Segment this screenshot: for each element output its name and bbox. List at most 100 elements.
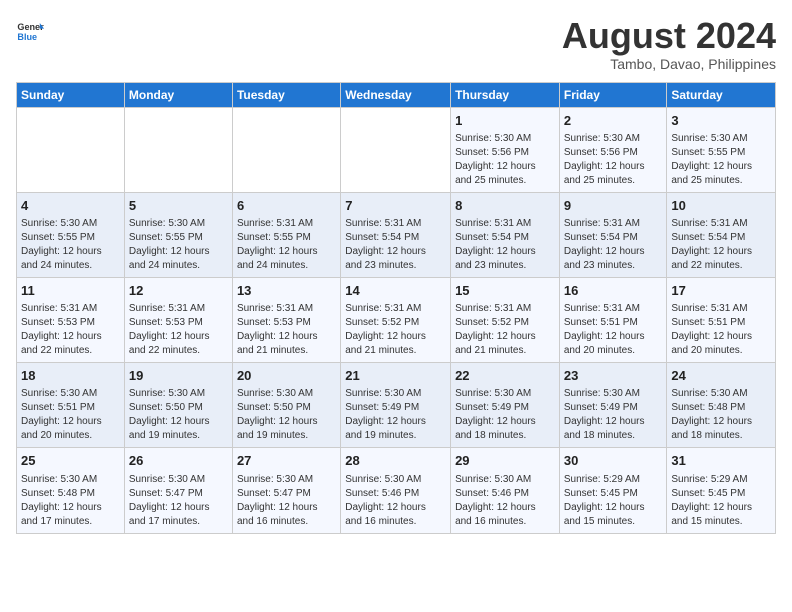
day-number: 28 [345, 452, 446, 470]
day-number: 1 [455, 112, 555, 130]
weekday-header-thursday: Thursday [451, 82, 560, 107]
day-detail: Sunrise: 5:30 AM Sunset: 5:56 PM Dayligh… [455, 132, 555, 188]
day-detail: Sunrise: 5:30 AM Sunset: 5:46 PM Dayligh… [455, 473, 555, 529]
calendar-cell [17, 107, 125, 192]
day-number: 27 [237, 452, 336, 470]
day-number: 20 [237, 367, 336, 385]
calendar-cell: 16 Sunrise: 5:31 AM Sunset: 5:51 PM Dayli… [559, 277, 667, 362]
calendar-cell: 30 Sunrise: 5:29 AM Sunset: 5:45 PM Dayli… [559, 448, 667, 533]
day-detail: Sunrise: 5:31 AM Sunset: 5:53 PM Dayligh… [129, 302, 228, 358]
calendar-cell: 8 Sunrise: 5:31 AM Sunset: 5:54 PM Daylig… [451, 192, 560, 277]
day-number: 19 [129, 367, 228, 385]
day-detail: Sunrise: 5:30 AM Sunset: 5:56 PM Dayligh… [564, 132, 663, 188]
day-number: 22 [455, 367, 555, 385]
calendar-cell [232, 107, 340, 192]
calendar-cell: 21Sunrise: 5:30 AM Sunset: 5:49 PM Dayli… [341, 363, 451, 448]
day-number: 14 [345, 282, 446, 300]
month-year-title: August 2024 [562, 16, 776, 56]
calendar-cell: 27 Sunrise: 5:30 AM Sunset: 5:47 PM Dayli… [232, 448, 340, 533]
weekday-header-wednesday: Wednesday [341, 82, 451, 107]
calendar-cell: 11 Sunrise: 5:31 AM Sunset: 5:53 PM Dayli… [17, 277, 125, 362]
day-number: 17 [671, 282, 771, 300]
day-number: 31 [671, 452, 771, 470]
day-number: 15 [455, 282, 555, 300]
day-detail: Sunrise: 5:30 AM Sunset: 5:47 PM Dayligh… [129, 473, 228, 529]
day-number: 24 [671, 367, 771, 385]
calendar-cell: 22 Sunrise: 5:30 AM Sunset: 5:49 PM Dayli… [451, 363, 560, 448]
calendar-cell: 28 Sunrise: 5:30 AM Sunset: 5:46 PM Dayli… [341, 448, 451, 533]
weekday-header-sunday: Sunday [17, 82, 125, 107]
day-number: 30 [564, 452, 663, 470]
day-number: 8 [455, 197, 555, 215]
day-number: 4 [21, 197, 120, 215]
day-number: 21 [345, 367, 446, 385]
weekday-header-saturday: Saturday [667, 82, 776, 107]
weekday-header-monday: Monday [124, 82, 232, 107]
day-number: 10 [671, 197, 771, 215]
day-number: 3 [671, 112, 771, 130]
day-detail: Sunrise: 5:31 AM Sunset: 5:51 PM Dayligh… [564, 302, 663, 358]
day-detail: Sunrise: 5:30 AM Sunset: 5:51 PM Dayligh… [21, 387, 120, 443]
logo-icon: General Blue [16, 16, 44, 44]
day-detail: Sunrise: 5:30 AM Sunset: 5:46 PM Dayligh… [345, 473, 446, 529]
calendar-cell: 26 Sunrise: 5:30 AM Sunset: 5:47 PM Dayli… [124, 448, 232, 533]
calendar-cell: 15 Sunrise: 5:31 AM Sunset: 5:52 PM Dayli… [451, 277, 560, 362]
calendar-cell: 3 Sunrise: 5:30 AM Sunset: 5:55 PM Daylig… [667, 107, 776, 192]
calendar-cell: 9 Sunrise: 5:31 AM Sunset: 5:54 PM Daylig… [559, 192, 667, 277]
week-row-3: 11 Sunrise: 5:31 AM Sunset: 5:53 PM Dayli… [17, 277, 776, 362]
day-number: 23 [564, 367, 663, 385]
day-detail: Sunrise: 5:31 AM Sunset: 5:52 PM Dayligh… [345, 302, 446, 358]
svg-text:Blue: Blue [17, 32, 37, 42]
day-detail: Sunrise: 5:30 AM Sunset: 5:49 PM Dayligh… [564, 387, 663, 443]
day-detail: Sunrise: 5:30 AM Sunset: 5:50 PM Dayligh… [129, 387, 228, 443]
day-detail: Sunrise: 5:29 AM Sunset: 5:45 PM Dayligh… [564, 473, 663, 529]
day-detail: Sunrise: 5:29 AM Sunset: 5:45 PM Dayligh… [671, 473, 771, 529]
day-detail: Sunrise: 5:30 AM Sunset: 5:55 PM Dayligh… [129, 217, 228, 273]
calendar-cell [124, 107, 232, 192]
day-detail: Sunrise: 5:31 AM Sunset: 5:54 PM Dayligh… [455, 217, 555, 273]
day-detail: Sunrise: 5:31 AM Sunset: 5:54 PM Dayligh… [345, 217, 446, 273]
weekday-header-row: SundayMondayTuesdayWednesdayThursdayFrid… [17, 82, 776, 107]
weekday-header-friday: Friday [559, 82, 667, 107]
calendar-cell: 4Sunrise: 5:30 AM Sunset: 5:55 PM Daylig… [17, 192, 125, 277]
day-detail: Sunrise: 5:31 AM Sunset: 5:54 PM Dayligh… [564, 217, 663, 273]
day-number: 7 [345, 197, 446, 215]
day-number: 11 [21, 282, 120, 300]
week-row-2: 4 Sunrise: 5:30 AM Sunset: 5:55 PM Daylig… [17, 192, 776, 277]
day-number: 9 [564, 197, 663, 215]
day-detail: Sunrise: 5:30 AM Sunset: 5:50 PM Dayligh… [237, 387, 336, 443]
day-number: 29 [455, 452, 555, 470]
calendar-cell [341, 107, 451, 192]
day-detail: Sunrise: 5:31 AM Sunset: 5:53 PM Dayligh… [21, 302, 120, 358]
day-detail: Sunrise: 5:30 AM Sunset: 5:49 PM Dayligh… [455, 387, 555, 443]
day-number: 26 [129, 452, 228, 470]
calendar-cell: 31 Sunrise: 5:29 AM Sunset: 5:45 PM Dayli… [667, 448, 776, 533]
day-detail: Sunrise: 5:30 AM Sunset: 5:55 PM Dayligh… [671, 132, 771, 188]
calendar-cell: 12 Sunrise: 5:31 AM Sunset: 5:53 PM Dayli… [124, 277, 232, 362]
day-number: 12 [129, 282, 228, 300]
day-number: 25 [21, 452, 120, 470]
day-number: 18 [21, 367, 120, 385]
location-subtitle: Tambo, Davao, Philippines [562, 56, 776, 72]
day-detail: Sunrise: 5:30 AM Sunset: 5:47 PM Dayligh… [237, 473, 336, 529]
day-detail: Sunrise: 5:31 AM Sunset: 5:52 PM Dayligh… [455, 302, 555, 358]
day-number: 16 [564, 282, 663, 300]
day-number: 5 [129, 197, 228, 215]
day-number: 13 [237, 282, 336, 300]
calendar-cell: 5 Sunrise: 5:30 AM Sunset: 5:55 PM Daylig… [124, 192, 232, 277]
day-detail: Sunrise: 5:31 AM Sunset: 5:53 PM Dayligh… [237, 302, 336, 358]
calendar-cell: 29 Sunrise: 5:30 AM Sunset: 5:46 PM Dayli… [451, 448, 560, 533]
week-row-4: 18 Sunrise: 5:30 AM Sunset: 5:51 PM Dayli… [17, 363, 776, 448]
calendar-cell: 6Sunrise: 5:31 AM Sunset: 5:55 PM Daylig… [232, 192, 340, 277]
calendar-cell: 25Sunrise: 5:30 AM Sunset: 5:48 PM Dayli… [17, 448, 125, 533]
calendar-table: SundayMondayTuesdayWednesdayThursdayFrid… [16, 82, 776, 534]
calendar-cell: 2 Sunrise: 5:30 AM Sunset: 5:56 PM Daylig… [559, 107, 667, 192]
calendar-cell: 17Sunrise: 5:31 AM Sunset: 5:51 PM Dayli… [667, 277, 776, 362]
calendar-cell: 24Sunrise: 5:30 AM Sunset: 5:48 PM Dayli… [667, 363, 776, 448]
logo: General Blue [16, 16, 44, 44]
calendar-cell: 23 Sunrise: 5:30 AM Sunset: 5:49 PM Dayli… [559, 363, 667, 448]
calendar-cell: 19 Sunrise: 5:30 AM Sunset: 5:50 PM Dayli… [124, 363, 232, 448]
page-header: General Blue August 2024 Tambo, Davao, P… [16, 16, 776, 72]
day-number: 2 [564, 112, 663, 130]
weekday-header-tuesday: Tuesday [232, 82, 340, 107]
